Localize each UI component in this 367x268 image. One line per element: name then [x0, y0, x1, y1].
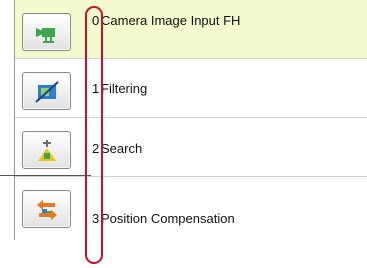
callout-leader-line	[0, 175, 91, 176]
filter-icon	[35, 81, 59, 103]
callout-highlight-box	[85, 6, 103, 264]
filtering-button[interactable]	[22, 72, 71, 110]
flow-item-position-compensation[interactable]: 3 Position Compensation	[15, 177, 367, 236]
camera-icon	[36, 28, 55, 43]
flow-item-filtering[interactable]: 1 Filtering	[15, 59, 367, 118]
position-compensation-icon	[37, 200, 57, 220]
search-marker-icon	[38, 140, 56, 161]
search-button[interactable]	[22, 131, 71, 169]
camera-image-input-button[interactable]	[22, 13, 71, 51]
flow-item-search[interactable]: 2 Search	[15, 118, 367, 177]
position-compensation-button[interactable]	[22, 190, 71, 228]
flow-item-label: 0 Camera Image Input FH	[92, 13, 241, 28]
flow-item-camera-image-input[interactable]: 0 Camera Image Input FH	[15, 0, 367, 59]
processing-flow-list: 0 Camera Image Input FH 1 Filtering 2 Searc…	[14, 0, 367, 240]
flow-item-label: 3 Position Compensation	[92, 211, 235, 226]
